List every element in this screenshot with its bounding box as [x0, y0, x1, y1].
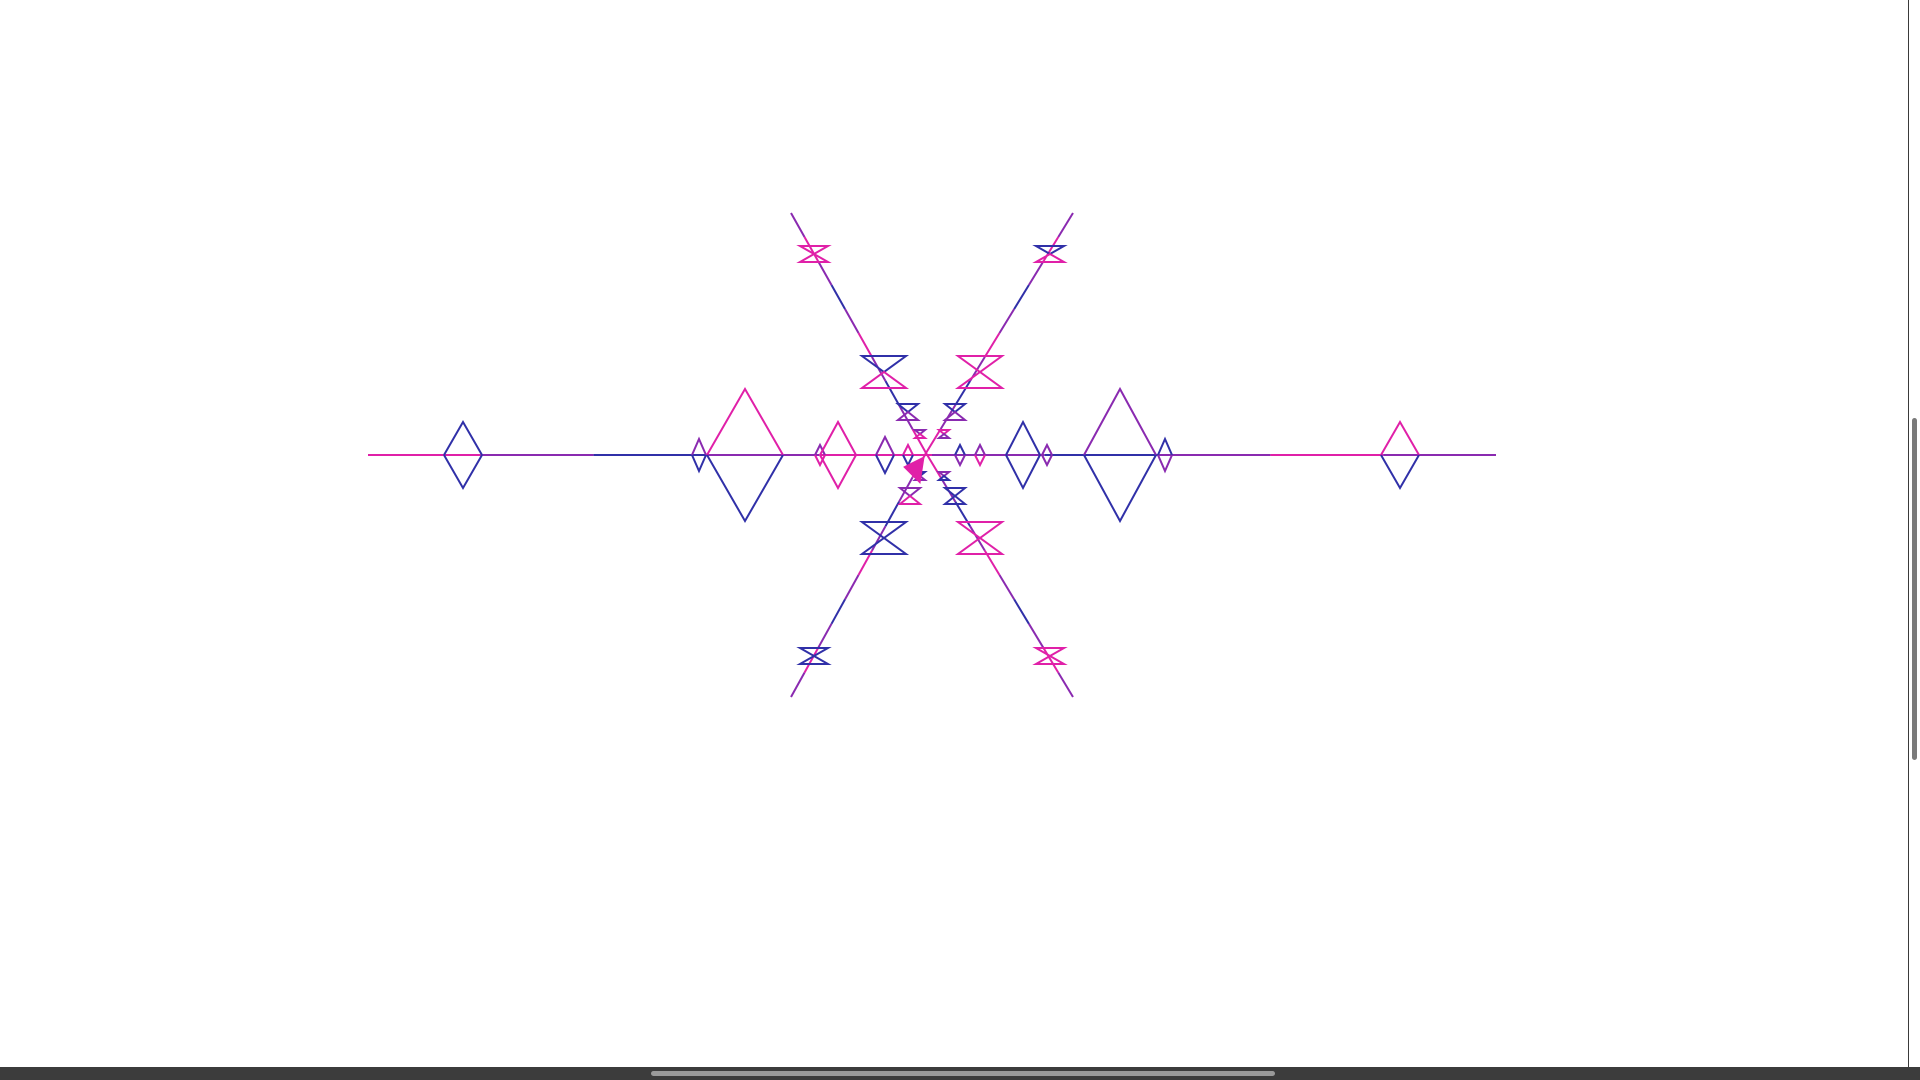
snowflake-diamond [954, 442, 966, 456]
snowflake-diamond [819, 419, 857, 456]
snowflake-diamond [1005, 419, 1041, 456]
snowflake-diamond [706, 386, 784, 456]
snowflake-arm-diagonal [830, 284, 846, 310]
snowflake-hourglass [1032, 647, 1068, 658]
snowflake-diamond [875, 434, 895, 456]
snowflake-arm-diagonal [998, 574, 1016, 600]
snowflake-arm-diagonal [857, 332, 873, 358]
snowflake-diamond [706, 454, 784, 524]
snowflake-arm-diagonal [1013, 284, 1030, 310]
snowflake-diamond [1041, 454, 1053, 468]
snowflake-diamond [443, 454, 483, 491]
snowflake-diamond [1041, 442, 1053, 456]
horizontal-scrollbar-thumb[interactable] [651, 1071, 1275, 1076]
snowflake-arm-diagonal [830, 598, 846, 625]
snowflake-hourglass [858, 536, 910, 555]
snowflake-arm-diagonal [844, 308, 860, 334]
snowflake-arm-diagonal [925, 452, 942, 478]
vertical-scrollbar[interactable] [1908, 0, 1920, 1067]
snowflake-arm-diagonal [817, 260, 833, 286]
snowflake-arm-diagonal [969, 525, 986, 552]
snowflake-diamond [974, 454, 986, 468]
snowflake-arm-diagonal [983, 332, 1001, 358]
snowflake-arm-diagonal [790, 212, 806, 238]
snowflake-arm-diagonal [1028, 623, 1045, 649]
snowflake-diamond [1157, 436, 1173, 456]
snowflake-diamond [1380, 454, 1420, 491]
snowflake-diamond [691, 436, 707, 456]
snowflake-arm-diagonal [998, 308, 1016, 334]
snowflake-arm-diagonal [790, 672, 806, 698]
snowflake-diamond [443, 419, 483, 456]
snowflake-diamond [1380, 419, 1420, 456]
snowflake-arm-diagonal [1057, 672, 1074, 698]
snowflake-diamond [1083, 386, 1157, 456]
snowflake-diamond [902, 442, 914, 456]
snowflake-arm-diagonal [844, 574, 860, 600]
snowflake-hourglass [954, 370, 1006, 389]
snowflake-diamond [819, 454, 857, 491]
horizontal-scrollbar[interactable] [0, 1067, 1920, 1080]
snowflake-diamond [954, 454, 966, 468]
drawing-canvas[interactable] [0, 0, 1908, 1067]
snowflake-arm-diagonal [925, 428, 942, 454]
snowflake-hourglass [897, 494, 923, 505]
snowflake-fractal [368, 212, 1496, 698]
snowflake-arm-diagonal [1057, 212, 1074, 238]
snowflake-arm-diagonal [1013, 598, 1030, 625]
snowflake-diamond [1083, 454, 1157, 524]
snowflake-hourglass [895, 410, 921, 421]
snowflake-arm-diagonal [884, 380, 900, 406]
snowflake-arm-diagonal [817, 623, 833, 649]
vertical-scrollbar-thumb[interactable] [1912, 418, 1917, 760]
snowflake-diamond [1157, 454, 1173, 474]
snowflake-diamond [974, 442, 986, 456]
snowflake-arm-diagonal [1028, 260, 1045, 286]
snowflake-hourglass [954, 521, 1006, 540]
snowflake-hourglass [1032, 252, 1068, 263]
snowflake-diamond [875, 454, 895, 476]
snowflake-hourglass [858, 355, 910, 374]
snowflake-hourglass [954, 536, 1006, 555]
snowflake-diamond [691, 454, 707, 474]
snowflake-diamond [1005, 454, 1041, 491]
snowflake-hourglass [936, 432, 952, 439]
